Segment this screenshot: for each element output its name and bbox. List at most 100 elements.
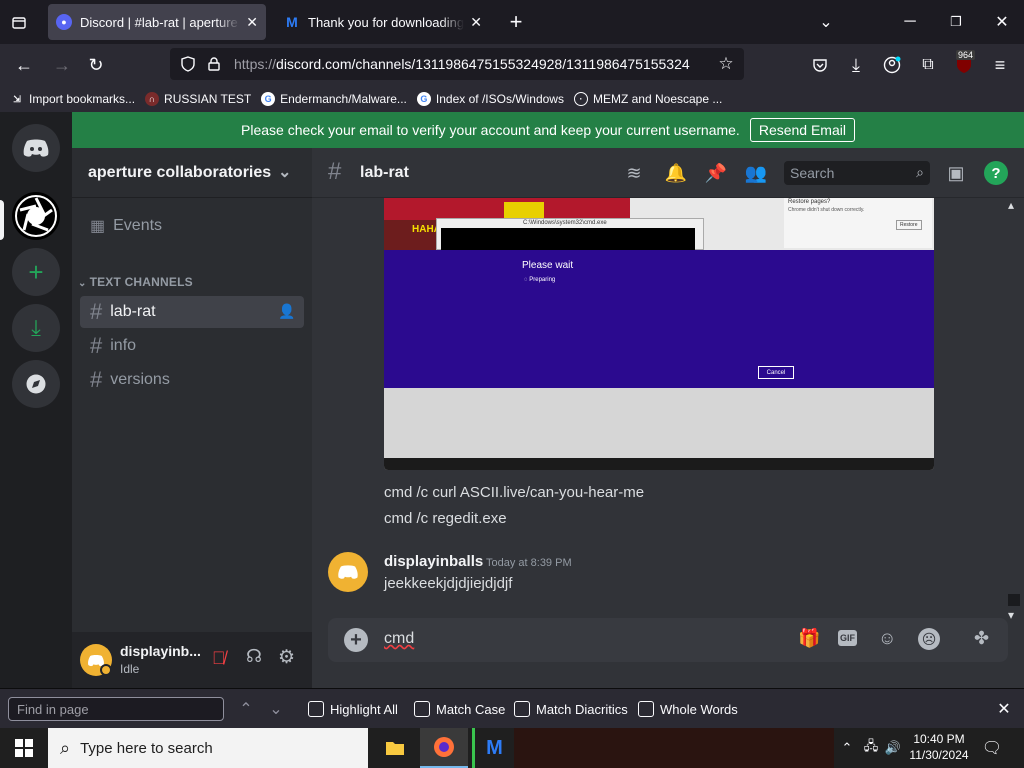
close-window-icon[interactable]: ✕: [990, 10, 1014, 34]
clock[interactable]: 10:40 PM 11/30/2024: [904, 732, 974, 762]
windows-start-icon[interactable]: [0, 728, 48, 768]
add-server-icon[interactable]: +: [12, 248, 60, 296]
sticker-icon[interactable]: ☺: [878, 628, 896, 649]
scrollbar[interactable]: ▴ ▾: [1006, 198, 1022, 622]
firefox-taskbar-icon[interactable]: [420, 728, 468, 768]
create-invite-icon[interactable]: 👤: [278, 303, 295, 320]
find-input[interactable]: Find in page: [8, 697, 224, 721]
avatar[interactable]: [328, 552, 368, 592]
find-in-page-bar: Find in page ⌃ ⌄ Highlight All Match Cas…: [0, 688, 1024, 728]
globe-icon: ·: [573, 92, 588, 106]
tab-discord[interactable]: ● Discord | #lab-rat | aperture coll ✕: [48, 4, 266, 40]
events-item[interactable]: ▦ Events: [80, 210, 304, 242]
tab-title: Thank you for downloading Ma: [308, 14, 465, 30]
user-status: Idle: [120, 662, 140, 676]
message-content: jeekkeekjdjdjiejdjdjf: [384, 575, 513, 592]
attached-screenshot[interactable]: HAHA C:\Windows\system32\cmd.exe Restore…: [384, 198, 934, 470]
scroll-up-icon[interactable]: ▴: [1008, 198, 1014, 212]
message-author[interactable]: displayinballs: [384, 553, 483, 570]
find-previous-icon[interactable]: ⌃: [236, 699, 256, 719]
bookmark-item[interactable]: G Endermanch/Malware...: [261, 92, 407, 106]
screenshot-console: [441, 228, 695, 250]
tab-title: Discord | #lab-rat | aperture coll: [80, 14, 240, 30]
server-header[interactable]: aperture collaboratories ⌄: [72, 148, 312, 198]
downloads-icon[interactable]: ⤓: [844, 53, 868, 77]
lock-icon[interactable]: [204, 54, 224, 74]
discord-home-icon[interactable]: [12, 124, 60, 172]
network-icon[interactable]: 🖧: [862, 738, 880, 758]
new-tab-icon[interactable]: +: [504, 9, 528, 34]
account-icon[interactable]: [880, 53, 904, 77]
hash-icon: #: [90, 367, 103, 392]
channel-versions[interactable]: # versions: [80, 364, 304, 396]
member-list-icon[interactable]: 👥: [744, 161, 768, 185]
screenshot-taskbar: [384, 458, 934, 470]
extension-badge: 964: [956, 50, 976, 60]
scroll-down-icon[interactable]: ▾: [1008, 608, 1014, 622]
inbox-icon[interactable]: ▣: [944, 161, 968, 185]
close-tab-icon[interactable]: ✕: [470, 14, 482, 31]
download-apps-icon[interactable]: ⤓: [12, 304, 60, 352]
mute-microphone-icon[interactable]: 🎙̸: [212, 648, 226, 669]
add-attachment-icon[interactable]: +: [344, 628, 368, 652]
tab-malwarebytes[interactable]: M Thank you for downloading Ma ✕: [276, 4, 490, 40]
message-composer[interactable]: + cmd 🎁 GIF ☺ ☹ ✤: [328, 618, 1008, 662]
notification-bell-icon[interactable]: 🔔: [664, 161, 688, 185]
search-icon: ⌕: [60, 737, 71, 758]
malwarebytes-taskbar-icon[interactable]: M: [472, 728, 514, 768]
scrollbar-thumb[interactable]: [1008, 594, 1020, 606]
navigation-toolbar: ← → ↻ https://discord.com/channels/13119…: [0, 44, 1024, 86]
forward-arrow-icon[interactable]: →: [50, 53, 74, 77]
extensions-puzzle-icon[interactable]: ⧉: [916, 53, 940, 77]
message-input[interactable]: cmd: [384, 630, 414, 648]
resend-email-button[interactable]: Resend Email: [749, 118, 855, 142]
whole-words-checkbox[interactable]: Whole Words: [638, 701, 738, 717]
shield-icon[interactable]: [178, 54, 198, 74]
bookmark-star-icon[interactable]: ☆: [716, 54, 736, 74]
menu-hamburger-icon[interactable]: ≡: [988, 53, 1012, 77]
gift-icon[interactable]: 🎁: [798, 628, 820, 649]
search-input[interactable]: Search ⌕: [784, 161, 930, 185]
volume-icon[interactable]: 🔊: [884, 738, 902, 758]
headphones-icon[interactable]: ☊: [246, 646, 262, 667]
taskbar-search[interactable]: ⌕ Type here to search: [48, 728, 368, 768]
bookmark-item[interactable]: ∩ RUSSIAN TEST: [145, 92, 251, 106]
message-line: cmd /c curl ASCII.live/can-you-hear-me: [384, 484, 645, 501]
hash-icon: #: [90, 333, 103, 358]
minimize-icon[interactable]: ─: [898, 10, 922, 34]
emoji-icon[interactable]: ☹: [918, 628, 940, 650]
match-diacritics-checkbox[interactable]: Match Diacritics: [514, 701, 628, 717]
bookmark-item[interactable]: ⇲ Import bookmarks...: [10, 92, 135, 106]
file-explorer-icon[interactable]: [370, 728, 420, 768]
back-arrow-icon[interactable]: ←: [12, 53, 36, 77]
screenshot-setup-screen: Please wait ◌ Preparing Cancel: [384, 250, 934, 388]
gear-icon[interactable]: ⚙: [278, 646, 295, 669]
pinned-messages-icon[interactable]: 📌: [704, 161, 728, 185]
aperture-server-icon[interactable]: [12, 192, 60, 240]
close-findbar-icon[interactable]: ✕: [994, 699, 1014, 719]
apps-icon[interactable]: ✤: [974, 628, 989, 649]
text-channels-category[interactable]: ⌄ TEXT CHANNELS: [78, 275, 193, 289]
highlight-all-checkbox[interactable]: Highlight All: [308, 701, 398, 717]
list-all-tabs-icon[interactable]: [8, 12, 30, 34]
idle-status-dot: [100, 664, 112, 676]
pocket-icon[interactable]: [808, 53, 832, 77]
chevron-down-icon[interactable]: ⌄: [814, 10, 838, 34]
find-next-icon[interactable]: ⌄: [266, 699, 286, 719]
restore-window-icon[interactable]: ❐: [944, 10, 968, 34]
help-icon[interactable]: ?: [984, 161, 1008, 185]
bookmark-item[interactable]: G Index of /ISOs/Windows: [416, 92, 564, 106]
explore-compass-icon[interactable]: [12, 360, 60, 408]
close-tab-icon[interactable]: ✕: [246, 14, 258, 31]
url-bar[interactable]: https://discord.com/channels/13119864751…: [170, 48, 744, 80]
gif-icon[interactable]: GIF: [838, 630, 857, 646]
notification-center-icon[interactable]: 🗨: [980, 738, 1004, 758]
channel-info[interactable]: # info: [80, 330, 304, 362]
bookmark-item[interactable]: · MEMZ and Noescape ...: [573, 92, 722, 106]
match-case-checkbox[interactable]: Match Case: [414, 701, 505, 717]
reload-icon[interactable]: ↻: [84, 53, 108, 77]
threads-icon[interactable]: ≋: [622, 161, 646, 185]
browser-tab-bar: ● Discord | #lab-rat | aperture coll ✕ M…: [0, 0, 1024, 44]
channel-lab-rat[interactable]: # lab-rat 👤: [80, 296, 304, 328]
show-hidden-icons[interactable]: ⌃: [838, 738, 856, 758]
